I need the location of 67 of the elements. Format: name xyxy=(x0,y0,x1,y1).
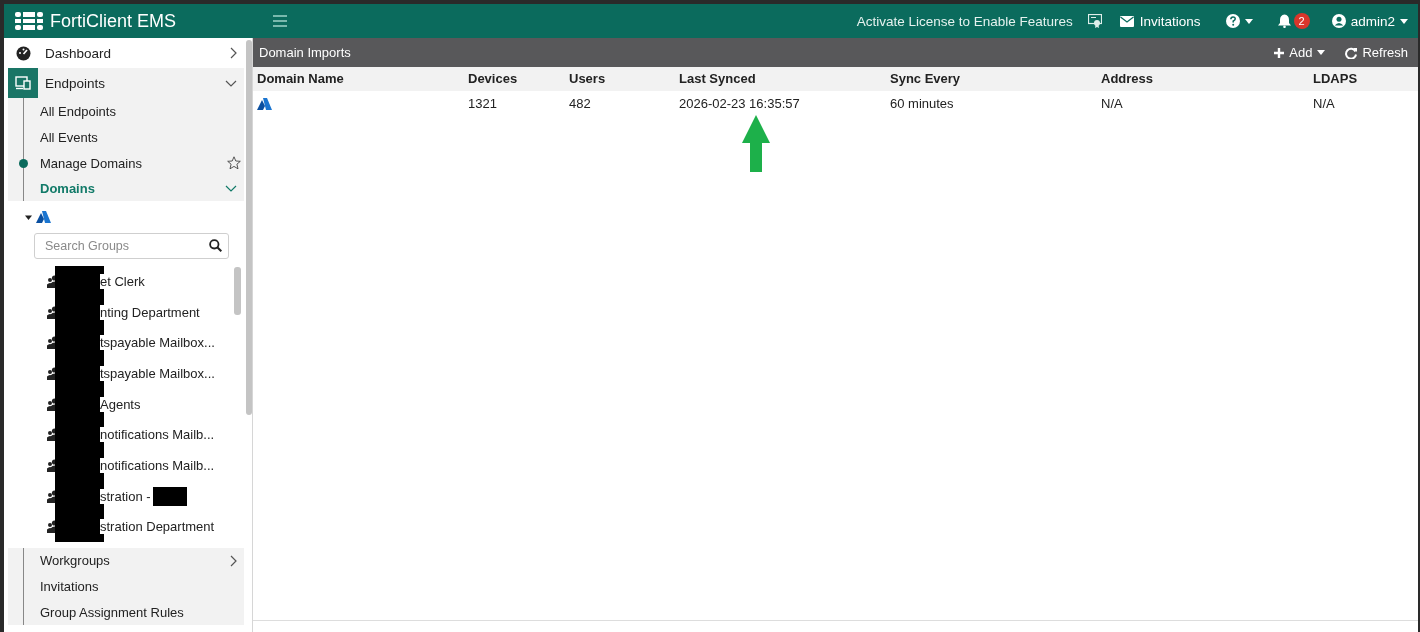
column-header[interactable]: Sync Every xyxy=(886,67,1097,91)
triangle-logo-icon xyxy=(257,97,272,110)
menu-icon[interactable] xyxy=(273,15,287,27)
nav-item[interactable]: All Events xyxy=(23,124,244,150)
arrow-annotation xyxy=(742,115,770,172)
group-item[interactable]: tspayable Mailbox... xyxy=(100,365,215,381)
grid-logo-icon xyxy=(15,11,43,31)
nav-item[interactable]: Workgroups xyxy=(23,548,244,573)
table-cell-text: 1321 xyxy=(467,95,498,113)
group-item[interactable]: stration Department xyxy=(100,519,215,535)
group-item[interactable]: stration - xyxy=(100,488,151,504)
column-header[interactable]: LDAPS xyxy=(1309,67,1418,91)
devices-icon xyxy=(15,76,31,90)
caret-icon xyxy=(1317,50,1326,55)
help-icon xyxy=(1225,14,1240,28)
column-header[interactable]: Domain Name xyxy=(253,67,464,91)
caret-down-icon xyxy=(25,213,32,221)
nav-item[interactable]: All Endpoints xyxy=(23,98,244,124)
nav-item[interactable]: Endpoints xyxy=(8,68,244,98)
column-header[interactable]: Users xyxy=(565,67,675,91)
nav-item[interactable]: Dashboard xyxy=(8,38,244,68)
group-item[interactable]: et Clerk xyxy=(100,273,145,289)
column-header[interactable]: Last Synced xyxy=(675,67,886,91)
search-icon xyxy=(209,239,222,252)
caret-icon xyxy=(1400,18,1408,24)
star-icon[interactable] xyxy=(227,156,241,170)
caret-icon xyxy=(1244,18,1253,24)
invitations-link[interactable]: Invitations xyxy=(1119,13,1201,29)
envelope-icon xyxy=(1119,15,1134,27)
scrollbar[interactable] xyxy=(246,40,252,415)
chevron-right-icon xyxy=(230,554,237,567)
user-icon xyxy=(1331,14,1346,28)
nav-item[interactable]: Group Assignment Rules xyxy=(23,599,244,625)
group-item[interactable]: notifications Mailb... xyxy=(100,427,215,443)
column-header[interactable]: Address xyxy=(1097,67,1309,91)
help-menu[interactable] xyxy=(1225,14,1253,28)
notifications-button[interactable]: 2 xyxy=(1277,13,1310,29)
table-cell-text: N/A xyxy=(1100,95,1124,113)
app-title: FortiClient EMS xyxy=(50,10,177,32)
chevron-down-icon xyxy=(225,185,237,192)
nav-item[interactable]: Invitations xyxy=(23,573,244,599)
plus-icon xyxy=(1274,47,1285,58)
chevron-right-icon xyxy=(230,47,237,59)
nav-item[interactable]: Manage Domains xyxy=(23,150,244,176)
user-menu[interactable]: admin2 xyxy=(1331,13,1408,29)
column-header[interactable]: Devices xyxy=(464,67,565,91)
notification-count: 2 xyxy=(1293,13,1310,29)
group-item[interactable]: tspayable Mailbox... xyxy=(100,335,215,351)
scrollbar[interactable] xyxy=(234,267,241,315)
chevron-down-icon xyxy=(225,79,237,87)
page-title: Domain Imports xyxy=(259,45,351,60)
table-cell-text: 2026-02-23 16:35:57 xyxy=(678,95,801,113)
group-item[interactable]: Agents xyxy=(100,396,141,412)
group-item[interactable]: nting Department xyxy=(100,304,200,320)
refresh-icon xyxy=(1345,46,1358,59)
add-button[interactable]: Add xyxy=(1274,45,1326,60)
bell-icon xyxy=(1277,14,1291,28)
table-cell-text: N/A xyxy=(1312,95,1336,113)
refresh-button[interactable]: Refresh xyxy=(1345,45,1408,60)
gauge-icon xyxy=(15,45,31,61)
license-link[interactable]: Activate License to Enable Features xyxy=(856,13,1073,29)
triangle-logo-icon xyxy=(36,211,51,223)
search-field[interactable]: Search Groups xyxy=(34,233,229,259)
table-cell-text: 60 minutes xyxy=(889,95,955,113)
table-cell-text: 482 xyxy=(568,95,592,113)
certificate-icon[interactable] xyxy=(1087,14,1102,28)
group-item[interactable]: notifications Mailb... xyxy=(100,457,215,473)
